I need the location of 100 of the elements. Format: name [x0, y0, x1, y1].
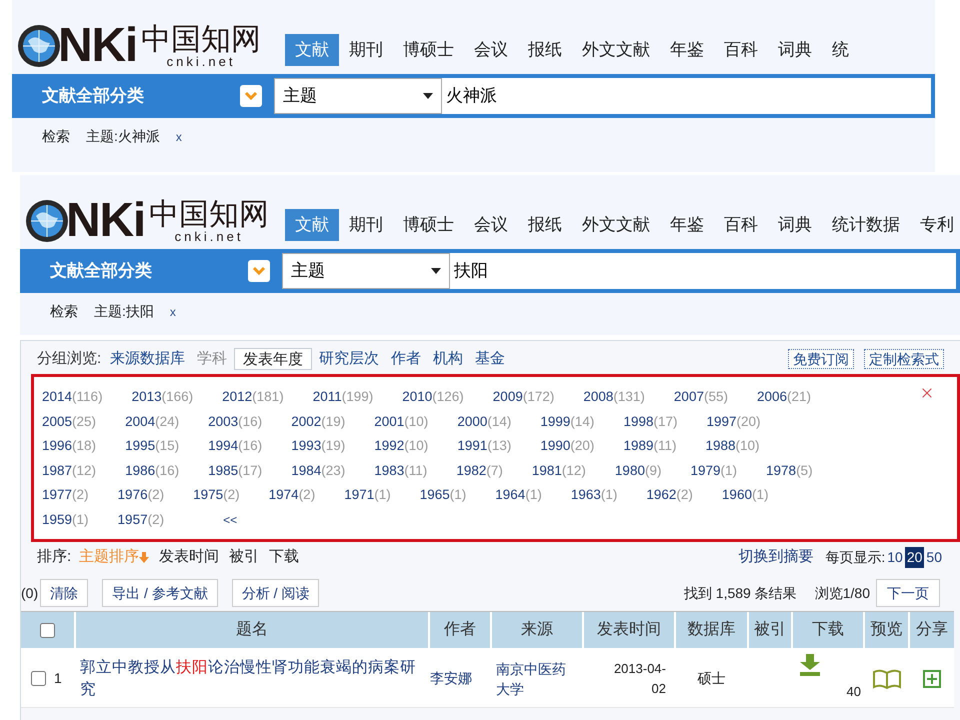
nav-tab[interactable]: 会议 [464, 34, 518, 66]
page-size-option[interactable]: 20 [904, 546, 924, 568]
group-tab[interactable]: 研究层次 [314, 348, 384, 370]
nav-tab[interactable]: 文献 [285, 34, 340, 66]
nav-tab[interactable]: 文献 [285, 209, 340, 241]
group-tab[interactable]: 发表年度 [234, 348, 312, 370]
year-link[interactable]: 1982(7) [456, 460, 503, 481]
remove-term-link[interactable]: x [176, 128, 182, 146]
year-link[interactable]: 2000(14) [457, 412, 512, 432]
year-link[interactable]: 2002(19) [291, 412, 346, 432]
action-button[interactable]: 分析 / 阅读 [232, 579, 320, 607]
year-link[interactable]: 1995(15) [125, 436, 180, 456]
nav-tab[interactable]: 期刊 [339, 34, 394, 66]
year-link[interactable]: 1994(16) [208, 436, 262, 456]
view-toggle-link[interactable]: 切换到摘要 [738, 546, 814, 568]
year-link[interactable]: 1957(2) [118, 510, 164, 530]
book-icon[interactable] [872, 668, 902, 688]
year-link[interactable]: 2003(16) [208, 412, 262, 432]
field-select[interactable]: 主题 [282, 253, 450, 289]
year-link[interactable]: 2012(181) [222, 387, 284, 408]
year-link[interactable]: 2005(25) [42, 412, 96, 432]
year-link[interactable]: 2008(131) [583, 387, 645, 408]
year-link[interactable]: 2013(166) [132, 387, 194, 408]
year-link[interactable]: 1965(1) [420, 485, 466, 506]
plus-icon[interactable] [923, 670, 941, 688]
year-link[interactable]: 1980(9) [614, 460, 662, 481]
year-link[interactable]: 1991(13) [457, 436, 512, 456]
title-link[interactable]: 郭立中教授从扶阳论治慢性肾功能衰竭的病案研究 [80, 656, 424, 700]
sort-option[interactable]: 发表时间 [159, 546, 220, 568]
download-icon[interactable] [799, 654, 821, 676]
nav-tab[interactable]: 外文文献 [572, 209, 660, 241]
year-link[interactable]: 1974(2) [268, 485, 316, 506]
group-tab[interactable]: 基金 [470, 348, 510, 370]
year-link[interactable]: 1981(12) [532, 460, 586, 481]
year-link[interactable]: 1997(20) [706, 412, 761, 432]
year-link[interactable]: 1988(10) [706, 436, 760, 456]
page-size-option[interactable]: 10 [885, 546, 905, 568]
source-link[interactable]: 南京中医药大学 [496, 658, 578, 698]
nav-tab[interactable]: 统 [822, 34, 860, 66]
category-button[interactable]: 文献全部分类 [20, 253, 280, 289]
year-link[interactable]: 1999(14) [540, 412, 594, 432]
page-size-option[interactable]: 50 [924, 546, 944, 568]
year-link[interactable]: 1993(19) [291, 436, 346, 456]
nav-tab[interactable]: 外文文献 [572, 34, 660, 66]
year-link[interactable]: 1985(17) [208, 460, 262, 481]
search-field[interactable]: 扶阳 [450, 253, 956, 289]
nav-tab[interactable]: 期刊 [339, 209, 394, 241]
group-tab[interactable]: 来源数据库 [105, 348, 190, 370]
year-link[interactable]: 1992(10) [374, 436, 428, 456]
year-link[interactable]: 1977(2) [42, 485, 89, 506]
year-link[interactable]: 1978(5) [766, 460, 813, 481]
nav-tab[interactable]: 博硕士 [393, 34, 464, 66]
author-link[interactable]: 李安娜 [430, 668, 472, 689]
year-link[interactable]: 2004(24) [125, 412, 180, 432]
action-button[interactable]: 导出 / 参考文献 [102, 579, 218, 607]
year-link[interactable]: 2007(55) [674, 387, 728, 408]
year-link[interactable]: 1964(1) [495, 485, 542, 506]
select-all-checkbox[interactable] [40, 622, 55, 638]
group-tab[interactable]: 作者 [386, 348, 426, 370]
year-link[interactable]: 1960(1) [722, 485, 768, 506]
nav-tab[interactable]: 百科 [714, 209, 768, 241]
nav-tab[interactable]: 统计数据 [822, 209, 910, 241]
year-link[interactable]: 1979(1) [690, 460, 738, 481]
category-button[interactable]: 文献全部分类 [12, 78, 272, 114]
nav-tab[interactable]: 词典 [768, 209, 822, 241]
nav-tab[interactable]: 会议 [464, 209, 518, 241]
year-link[interactable]: 1963(1) [570, 485, 618, 506]
year-link[interactable]: 2014(116) [42, 387, 103, 408]
year-link[interactable]: 2001(10) [374, 412, 428, 432]
year-link[interactable]: 1996(18) [42, 436, 96, 456]
nav-tab[interactable]: 博硕士 [393, 209, 464, 241]
nav-tab[interactable]: 报纸 [518, 34, 572, 66]
year-link[interactable]: 1986(16) [125, 460, 180, 481]
year-link[interactable]: 1989(11) [623, 436, 676, 456]
year-link[interactable]: 1962(2) [646, 485, 693, 506]
next-page-button[interactable]: 下一页 [876, 579, 940, 607]
remove-term-link[interactable]: x [170, 302, 176, 320]
sort-option[interactable]: 下载 [269, 546, 300, 568]
nav-tab[interactable]: 百科 [714, 34, 768, 66]
year-link[interactable]: 1984(23) [291, 460, 346, 481]
year-link[interactable]: 1998(17) [623, 412, 678, 432]
subscribe-button[interactable]: 定制检索式 [864, 349, 944, 369]
nav-tab[interactable]: 词典 [768, 34, 822, 66]
year-link[interactable]: 1987(12) [42, 460, 96, 481]
year-link[interactable]: 1959(1) [42, 510, 89, 530]
field-select[interactable]: 主题 [274, 78, 442, 114]
action-button[interactable]: 清除 [40, 579, 88, 607]
year-link[interactable]: 2011(199) [312, 387, 374, 408]
year-link[interactable]: 1975(2) [193, 485, 240, 506]
year-link[interactable]: 2006(21) [756, 387, 812, 408]
nav-tab[interactable]: 年鉴 [660, 34, 714, 66]
nav-tab[interactable]: 年鉴 [660, 209, 714, 241]
sort-option[interactable]: 被引 [229, 546, 260, 568]
group-tab[interactable]: 机构 [428, 348, 468, 370]
row-checkbox[interactable] [31, 671, 46, 686]
year-link[interactable]: 1983(11) [374, 460, 428, 481]
year-link[interactable]: 2010(126) [402, 387, 464, 408]
year-link[interactable]: 1990(20) [540, 436, 594, 456]
year-link[interactable]: 1976(2) [118, 485, 164, 506]
search-field[interactable]: 火神派 [442, 78, 931, 114]
